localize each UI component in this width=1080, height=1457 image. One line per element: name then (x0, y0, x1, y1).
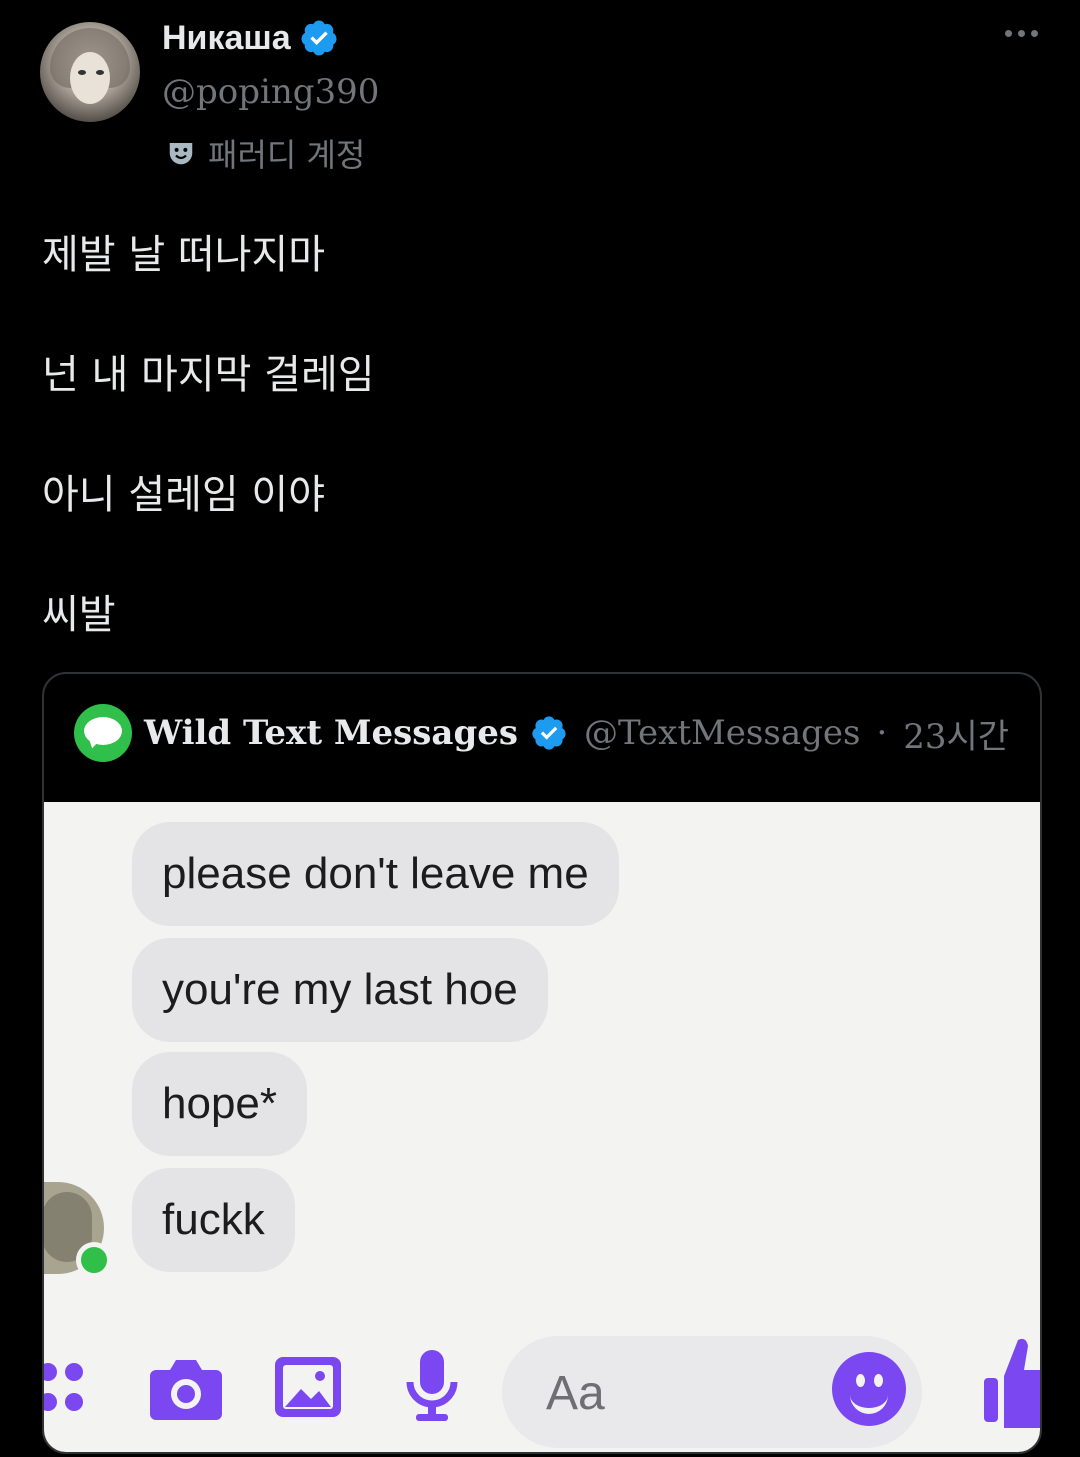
author-display-name[interactable]: Никаша (162, 19, 291, 58)
quoted-author-handle[interactable]: @TextMessages (584, 713, 860, 753)
tweet-text-line: 아니 설레임 이야 (42, 472, 326, 518)
author-name-row: Никаша (162, 18, 339, 58)
avatar-face (70, 52, 110, 104)
microphone-icon[interactable] (402, 1346, 462, 1426)
emoji-eye (874, 1374, 883, 1387)
author-handle[interactable]: @poping390 (162, 72, 379, 112)
more-dot (1031, 30, 1038, 37)
more-dot (1018, 30, 1025, 37)
menu-dots-icon[interactable] (44, 1358, 92, 1420)
chat-message-bubble: fuckk (132, 1168, 295, 1272)
more-dot (1005, 30, 1012, 37)
tweet-text-line: 씨발 (42, 592, 116, 638)
meta-separator: · (876, 713, 888, 753)
tweet-text-line: 제발 날 떠나지마 (42, 232, 326, 278)
parody-account-label: 패러디 계정 (166, 130, 365, 176)
avatar-eye (78, 70, 86, 75)
chat-message-bubble: please don't leave me (132, 822, 619, 926)
verified-badge-icon (532, 716, 566, 750)
tweet-text-line: 넌 내 마지막 걸레임 (42, 352, 375, 398)
thumbs-up-icon[interactable] (980, 1332, 1040, 1428)
verified-badge-icon (301, 20, 337, 56)
camera-icon[interactable] (148, 1354, 224, 1422)
emoji-mouth (850, 1390, 888, 1414)
chat-message-bubble: hope* (132, 1052, 308, 1156)
quoted-tweet-header: Wild Text Messages @TextMessages · 23시간 (74, 704, 1009, 762)
quoted-tweet-card[interactable]: Wild Text Messages @TextMessages · 23시간 … (42, 672, 1042, 1454)
avatar-eye (96, 70, 104, 75)
image-icon[interactable] (272, 1354, 344, 1420)
parody-mask-icon (169, 143, 193, 165)
chat-message-bubble: you're my last hoe (132, 938, 548, 1042)
parody-label-text: 패러디 계정 (208, 136, 366, 174)
more-options-icon[interactable] (1005, 30, 1038, 37)
quoted-tweet-time[interactable]: 23시간 (903, 709, 1009, 758)
quoted-author-name[interactable]: Wild Text Messages (144, 713, 518, 753)
quoted-tweet-image[interactable]: please don't leave me you're my last hoe… (44, 802, 1040, 1452)
quoted-author-avatar[interactable] (74, 704, 132, 762)
author-avatar[interactable] (40, 22, 140, 122)
message-input-placeholder: Aa (546, 1367, 605, 1420)
message-composer: Aa (44, 1312, 1040, 1452)
emoji-icon[interactable] (832, 1352, 906, 1426)
emoji-eye (856, 1374, 865, 1387)
online-status-icon (76, 1242, 112, 1278)
